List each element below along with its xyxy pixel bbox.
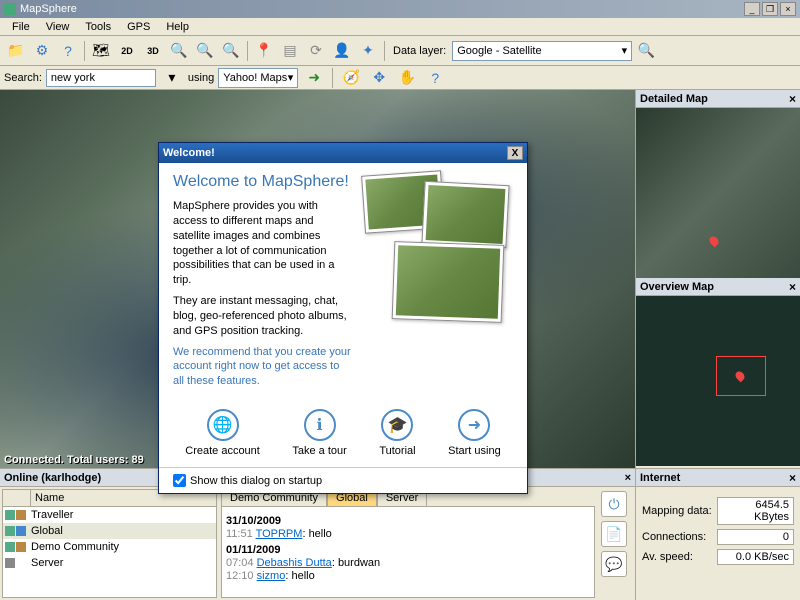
welcome-illustration [363,173,513,395]
3d-icon[interactable]: 3D [141,39,165,63]
zoom-out-icon[interactable]: 🔍 [167,39,191,63]
search-input[interactable] [46,69,156,87]
menu-tools[interactable]: Tools [77,19,119,35]
welcome-p1: MapSphere provides you with access to di… [173,199,353,288]
list-item[interactable]: Traveller [3,507,216,523]
close-icon[interactable]: × [625,472,631,484]
welcome-recommend: We recommend that you create your accoun… [173,345,353,390]
tutorial-button[interactable]: 🎓Tutorial [379,409,415,457]
main-toolbar: 📁 ⚙ ? 🗺 2D 3D 🔍 🔍 🔍 📍 ▤ ⟳ 👤 ✦ Data layer… [0,36,800,66]
list-item[interactable]: Server [3,555,216,571]
2d-icon[interactable]: 2D [115,39,139,63]
marker-icon[interactable]: 📍 [252,39,276,63]
overview-map[interactable] [636,296,800,466]
menu-help[interactable]: Help [158,19,197,35]
detailed-map[interactable] [636,108,800,278]
app-title: MapSphere [20,3,77,15]
dialog-titlebar[interactable]: Welcome! X [159,143,527,163]
maximize-button[interactable]: ❐ [762,2,778,16]
data-layer-label: Data layer: [389,45,450,57]
pan-icon[interactable]: ✋ [395,66,419,90]
start-using-button[interactable]: ➜Start using [448,409,501,457]
list-item[interactable]: Global [3,523,216,539]
menu-gps[interactable]: GPS [119,19,158,35]
internet-panel-header: Internet × [636,469,800,487]
show-startup-label: Show this dialog on startup [190,475,322,487]
menu-file[interactable]: File [4,19,38,35]
close-icon[interactable]: × [789,92,796,106]
welcome-dialog: Welcome! X Welcome to MapSphere! MapSphe… [158,142,528,494]
chat-log[interactable]: 31/10/2009 11:51 TOPRPM: hello 01/11/200… [221,506,595,598]
compass-icon[interactable]: ✦ [356,39,380,63]
map-icon[interactable]: 🗺 [89,39,113,63]
titlebar: MapSphere _ ❐ × [0,0,800,18]
power-icon[interactable]: ⏻ [601,491,627,517]
close-button[interactable]: × [780,2,796,16]
fullscreen-icon[interactable]: ✥ [367,66,391,90]
minimize-button[interactable]: _ [744,2,760,16]
close-icon[interactable]: × [789,471,796,485]
layer-icon[interactable]: ▤ [278,39,302,63]
search-dropdown-icon[interactable]: ▾ [160,66,184,90]
track-icon[interactable]: ⟳ [304,39,328,63]
go-icon[interactable]: 🔍 [634,39,658,63]
take-tour-button[interactable]: ℹTake a tour [292,409,346,457]
user-icon[interactable]: 👤 [330,39,354,63]
chevron-down-icon: ▾ [622,44,628,57]
nav-icon[interactable]: 🧭 [339,66,363,90]
info-icon[interactable]: ? [423,66,447,90]
search-engine-select[interactable]: Yahoo! Maps▾ [218,68,298,88]
search-toolbar: Search: ▾ using Yahoo! Maps▾ ➜ 🧭 ✥ ✋ ? [0,66,800,90]
create-account-button[interactable]: 🌐Create account [185,409,260,457]
chevron-down-icon: ▾ [288,71,294,84]
show-startup-checkbox[interactable] [173,474,186,487]
search-label: Search: [4,72,42,84]
connection-status: Connected. Total users: 89 [4,454,144,466]
menubar: File View Tools GPS Help [0,18,800,36]
overview-map-header: Overview Map × [636,278,800,296]
welcome-heading: Welcome to MapSphere! [173,173,353,191]
close-icon[interactable]: × [789,280,796,294]
detailed-map-header: Detailed Map × [636,90,800,108]
menu-view[interactable]: View [38,19,78,35]
data-layer-select[interactable]: Google - Satellite▾ [452,41,632,61]
list-item[interactable]: Demo Community [3,539,216,555]
zoom-reset-icon[interactable]: 🔍 [193,39,217,63]
welcome-p2: They are instant messaging, chat, blog, … [173,294,353,339]
search-go-icon[interactable]: ➜ [302,66,326,90]
app-icon [4,3,16,15]
close-icon[interactable]: X [507,146,523,160]
open-icon[interactable]: 📁 [4,39,28,63]
chat-icon[interactable]: 💬 [601,551,627,577]
doc-icon[interactable]: 📄 [601,521,627,547]
zoom-in-icon[interactable]: 🔍 [219,39,243,63]
help-icon[interactable]: ? [56,39,80,63]
user-list: Name Traveller Global Demo Community Ser… [2,489,217,598]
search-using-label: using [188,72,214,84]
settings-icon[interactable]: ⚙ [30,39,54,63]
